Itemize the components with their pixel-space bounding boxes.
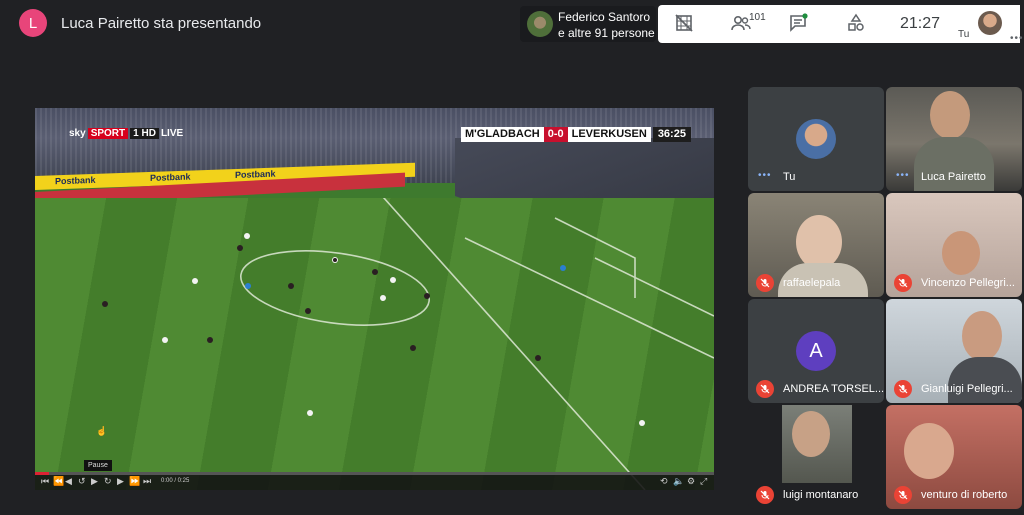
participant-tile-gianluigi[interactable]: Gianluigi Pellegri... (886, 299, 1022, 403)
self-label: Tu (958, 29, 970, 40)
mic-off-icon (756, 486, 774, 504)
pause-tooltip: Pause (84, 460, 112, 471)
participants-line2: e altre 91 persone (558, 26, 655, 40)
present-off-icon[interactable] (674, 13, 698, 35)
fast-forward-icon[interactable]: ⏩ (129, 477, 140, 486)
participant-tile-self[interactable]: ••• Tu (748, 87, 884, 191)
participant-video (942, 231, 980, 275)
mic-off-icon (894, 274, 912, 292)
participant-tile-vincenzo[interactable]: Vincenzo Pellegri... (886, 193, 1022, 297)
presenter-status: Luca Pairetto sta presentando (61, 15, 262, 32)
mic-off-icon (756, 380, 774, 398)
frame-forward-icon[interactable]: ▶ (117, 477, 124, 486)
more-icon[interactable]: ••• (1010, 33, 1024, 44)
participant-name: venturo di roberto (921, 489, 1008, 501)
video-player-controls: ⏮ ⏪ ◀ ↺ ▶ ↻ ▶ ⏩ ⏭ 0:00 / 0:25 ⟲ 🔈 ⚙ ⤢ (35, 472, 714, 490)
participant-count: 101 (749, 12, 766, 23)
participant-name: Vincenzo Pellegri... (921, 277, 1015, 289)
mic-off-icon (756, 274, 774, 292)
mouse-cursor-icon: ☝ (96, 426, 108, 436)
avatar (796, 119, 836, 159)
pitch (35, 198, 714, 490)
self-avatar[interactable] (978, 11, 1002, 35)
rewind-icon[interactable]: ⏪ (53, 477, 64, 486)
participant-tile-venturo[interactable]: venturo di roberto (886, 405, 1022, 509)
participant-tile-raffaelepala[interactable]: raffaelepala (748, 193, 884, 297)
fullscreen-icon[interactable]: ⤢ (700, 477, 707, 486)
play-icon[interactable]: ▶ (91, 477, 98, 486)
skip-start-icon[interactable]: ⏮ (41, 477, 49, 486)
progress-bar[interactable] (35, 472, 714, 475)
participant-video (930, 91, 970, 139)
meeting-controls: 101 21:27 Tu ••• (658, 5, 1023, 44)
more-options-icon[interactable]: ••• (896, 170, 910, 181)
progress-fill (35, 472, 49, 475)
away-team: LEVERKUSEN (567, 127, 651, 142)
participants-chip[interactable]: Federico Santoro e altre 91 persone (520, 6, 656, 42)
clock: 21:27 (900, 15, 941, 32)
score: 0-0 (543, 127, 568, 142)
settings-icon[interactable]: ⚙ (687, 477, 695, 486)
participant-name: luigi montanaro (783, 489, 859, 501)
participant-name: Luca Pairetto (921, 171, 986, 183)
participant-name: raffaelepala (783, 277, 841, 289)
match-clock: 36:25 (652, 127, 691, 142)
broadcaster-logo: sky SPORT 1 HD LIVE (69, 127, 184, 139)
activities-icon[interactable] (846, 13, 870, 35)
participants-line1: Federico Santoro (558, 10, 651, 24)
home-team: M'GLADBACH (461, 127, 544, 142)
time-readout: 0:00 / 0:25 (161, 478, 190, 484)
volume-icon[interactable]: 🔈 (673, 477, 684, 486)
top-bar: L Luca Pairetto sta presentando Federico… (0, 0, 1024, 46)
participant-video (904, 423, 954, 479)
participant-video (796, 215, 842, 269)
avatar: A (796, 331, 836, 371)
participant-name: Tu (783, 171, 796, 183)
replay-icon[interactable]: ↺ (78, 477, 86, 486)
mic-off-icon (894, 486, 912, 504)
participant-name: Gianluigi Pellegri... (921, 383, 1013, 395)
loop-icon[interactable]: ↻ (104, 477, 112, 486)
pitch-lines (102, 198, 714, 490)
chat-icon[interactable] (788, 13, 812, 35)
participant-video (792, 411, 830, 457)
more-options-icon[interactable]: ••• (758, 170, 772, 181)
participant-thumbnail (527, 11, 553, 37)
loop-toggle-icon[interactable]: ⟲ (660, 477, 668, 486)
participant-video (962, 311, 1002, 361)
participant-tile-andrea[interactable]: A ANDREA TORSEL... (748, 299, 884, 403)
participant-name: ANDREA TORSEL... (783, 383, 884, 395)
mic-off-icon (894, 380, 912, 398)
frame-back-icon[interactable]: ◀ (65, 477, 72, 486)
participant-tile-luca[interactable]: ••• Luca Pairetto (886, 87, 1022, 191)
presenter-avatar: L (19, 9, 47, 37)
scoreboard: M'GLADBACH 0-0 LEVERKUSEN 36:25 (461, 127, 691, 142)
skip-end-icon[interactable]: ⏭ (143, 477, 151, 486)
participant-tile-luigi[interactable]: luigi montanaro (748, 405, 884, 509)
shared-screen-video[interactable]: Postbank Postbank Postbank sky SPORT 1 H… (35, 108, 714, 490)
